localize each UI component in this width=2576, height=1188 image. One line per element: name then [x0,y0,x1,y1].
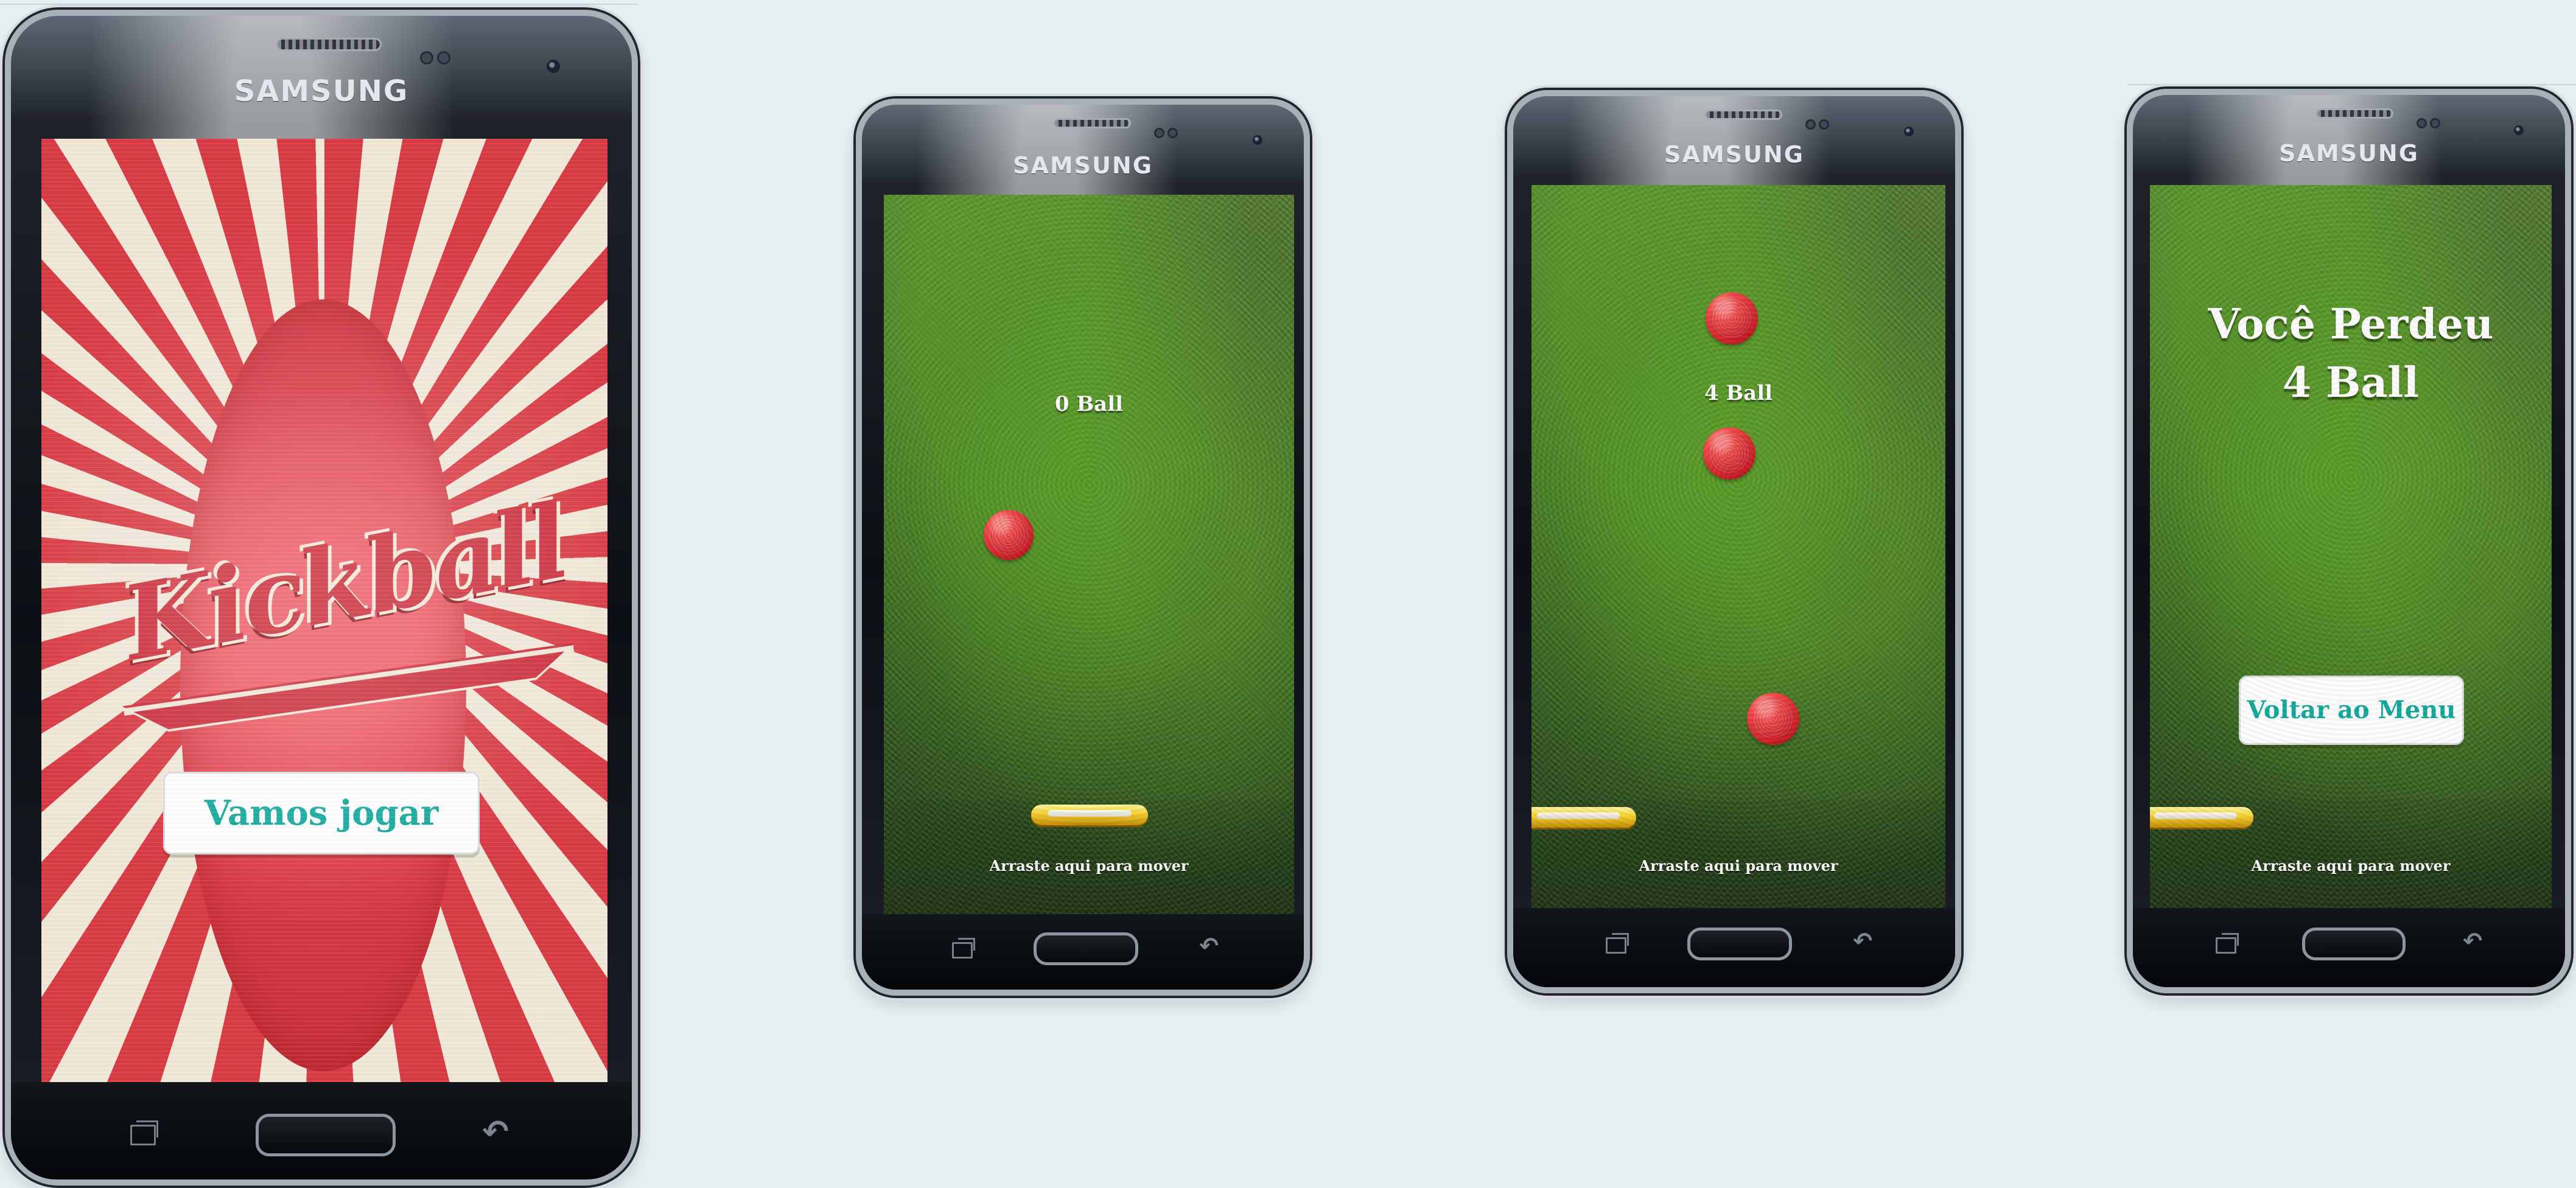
earpiece-speaker [1704,110,1782,120]
playing-phone-nav-bar: ↶ [1513,908,1955,987]
earpiece-speaker [1053,118,1131,128]
front-camera-icon [1253,135,1262,145]
player-paddle[interactable] [1531,807,1636,828]
game-over-screen: Você Perdeu 4 Ball Voltar ao Menu Arrast… [2150,185,2552,918]
top-divider-left [0,4,638,5]
game-over-title-line-1: Você Perdeu [2208,300,2494,349]
home-button[interactable] [1034,932,1138,965]
front-camera-icon [2514,125,2524,135]
home-button[interactable] [2302,928,2406,960]
top-divider-right [2127,84,2576,85]
proximity-sensor [1805,119,1816,130]
home-button[interactable] [1687,928,1792,960]
menu-screen: Kickball Vamos jogar [41,139,607,1086]
player-paddle[interactable] [2150,807,2253,828]
phone-start: SAMSUNG 0 Ball Arraste aqui para mover ↶ [856,99,1310,996]
recent-apps-icon[interactable] [2216,933,2239,954]
light-sensor [2430,118,2440,128]
drag-hint-text: Arraste aqui para mover [2251,857,2451,875]
voltar-ao-menu-button[interactable]: Voltar ao Menu [2239,676,2464,745]
samsung-logo: SAMSUNG [234,74,409,108]
light-sensor [1167,128,1178,138]
score-label: 4 Ball [1704,381,1773,405]
back-icon[interactable]: ↶ [1843,928,1882,957]
playing-game-screen: 4 Ball Arraste aqui para mover [1531,185,1945,919]
phone-playing: SAMSUNG 4 Ball Arraste aqui para mover ↶ [1507,90,1961,993]
phone-menu: SAMSUNG Kickball Vamos jogar ↶ [5,10,638,1186]
earpiece-speaker [276,38,382,51]
start-phone-nav-bar: ↶ [862,914,1304,990]
front-camera-icon [547,60,560,73]
menu-phone-nav-bar: ↶ [11,1082,632,1179]
proximity-sensor [1154,128,1164,138]
light-sensor [1819,119,1829,130]
game-over-phone-nav-bar: ↶ [2133,908,2565,987]
front-camera-icon [1904,127,1914,136]
ball [1703,427,1755,480]
samsung-logo: SAMSUNG [1664,141,1804,168]
score-label: 0 Ball [1054,392,1124,416]
app-showcase: SAMSUNG Kickball Vamos jogar ↶ SAMSUNG 0… [0,0,2576,1188]
home-button[interactable] [256,1114,396,1156]
drag-hint-text: Arraste aqui para mover [989,857,1189,875]
start-game-screen: 0 Ball Arraste aqui para mover [884,195,1294,919]
recent-apps-icon[interactable] [952,938,975,959]
ball [984,510,1034,560]
recent-apps-icon[interactable] [1606,933,1629,954]
vamos-jogar-button[interactable]: Vamos jogar [163,772,480,854]
game-over-score-line: 4 Ball [2282,358,2420,407]
samsung-logo: SAMSUNG [1013,152,1153,179]
proximity-sensor [420,51,433,65]
light-sensor [437,51,450,65]
earpiece-speaker [2315,108,2393,119]
samsung-logo: SAMSUNG [2279,140,2419,167]
ball [1747,693,1799,745]
phone-game-over: SAMSUNG Você Perdeu 4 Ball Voltar ao Men… [2127,89,2571,993]
proximity-sensor [2417,118,2427,128]
drag-hint-text: Arraste aqui para mover [1639,857,1838,875]
back-icon[interactable]: ↶ [471,1114,520,1150]
ball [1706,292,1758,344]
player-paddle[interactable] [1031,805,1148,825]
back-icon[interactable]: ↶ [1189,932,1228,962]
recent-apps-icon[interactable] [130,1120,158,1145]
back-icon[interactable]: ↶ [2453,928,2492,957]
